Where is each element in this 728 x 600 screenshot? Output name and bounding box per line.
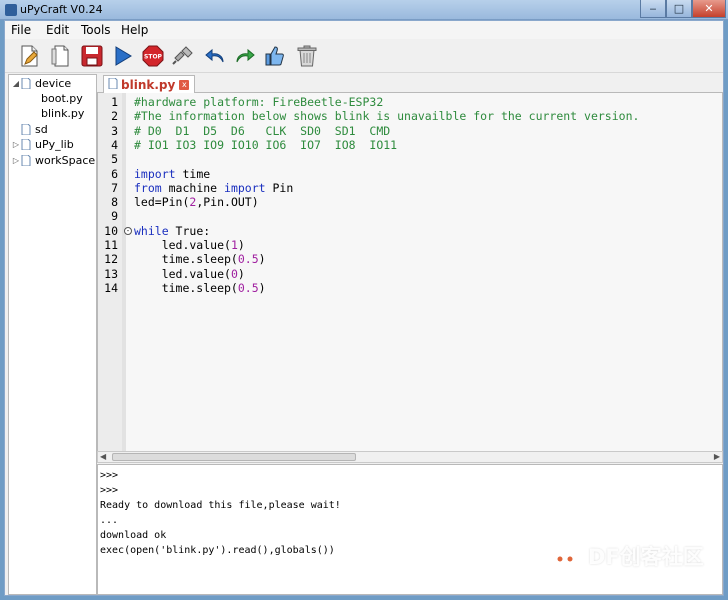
close-button[interactable]: ✕ xyxy=(692,0,726,18)
undo-icon[interactable] xyxy=(203,44,227,68)
console-line: >>> xyxy=(100,485,119,496)
fold-toggle-icon[interactable]: - xyxy=(124,226,132,235)
app-icon xyxy=(5,4,17,16)
sd-icon xyxy=(21,123,31,136)
fold-margin xyxy=(122,93,126,460)
stop-icon[interactable]: STOP xyxy=(141,44,165,68)
tree-item-label: sd xyxy=(35,123,48,136)
new-file-icon[interactable] xyxy=(17,44,41,68)
folder-icon xyxy=(21,154,31,167)
window-title: uPyCraft V0.24 xyxy=(20,3,103,16)
save-icon[interactable] xyxy=(80,44,104,68)
toolbar: STOP xyxy=(5,39,723,73)
tree-item-upy-lib[interactable]: ▷ uPy_lib xyxy=(11,137,74,152)
watermark-brand: DF创客社区 xyxy=(588,545,704,569)
robot-logo-icon xyxy=(546,541,584,568)
minimize-button[interactable]: ‒ xyxy=(640,0,666,18)
tab-close-icon[interactable]: x xyxy=(179,80,190,90)
menu-help[interactable]: Help xyxy=(121,23,148,37)
syntax-check-icon[interactable] xyxy=(263,44,287,68)
menu-file[interactable]: File xyxy=(11,23,31,37)
horizontal-scrollbar[interactable]: ◀ ▶ xyxy=(97,451,723,463)
scroll-right-icon[interactable]: ▶ xyxy=(714,452,720,461)
tab-blink-py[interactable]: blink.py x xyxy=(103,75,195,94)
tree-item-label: boot.py xyxy=(41,92,83,105)
tree-item-label: blink.py xyxy=(41,107,85,120)
console-line: exec(open('blink.py').read(),globals()) xyxy=(100,545,335,556)
collapsed-arrow-icon[interactable]: ▷ xyxy=(11,156,21,165)
console-line: Ready to download this file,please wait! xyxy=(100,500,341,511)
console-line: download ok xyxy=(100,530,167,541)
editor-tab-bar: blink.py x xyxy=(97,73,723,94)
watermark-url: www.DFRobot.com.cn xyxy=(590,568,688,578)
menu-tools[interactable]: Tools xyxy=(81,23,111,37)
app-window: File Edit Tools Help STOP ◢ device boot.… xyxy=(4,20,724,596)
tree-item-sd[interactable]: sd xyxy=(21,122,48,137)
redo-icon[interactable] xyxy=(233,44,257,68)
tree-item-label: workSpace xyxy=(35,154,96,167)
scrollbar-thumb[interactable] xyxy=(112,453,356,461)
stop-label: STOP xyxy=(144,54,163,61)
expanded-arrow-icon[interactable]: ◢ xyxy=(11,79,21,88)
tree-item-label: uPy_lib xyxy=(35,138,74,151)
tree-item-device[interactable]: ◢ device xyxy=(11,76,71,91)
open-file-icon[interactable] xyxy=(49,44,73,68)
console-line: >>> xyxy=(100,470,119,481)
menu-edit[interactable]: Edit xyxy=(46,23,69,37)
tree-item-label: device xyxy=(35,77,72,90)
tree-item-blink-py[interactable]: blink.py xyxy=(41,106,84,121)
code-editor[interactable]: 1 #hardware platform: FireBeetle-ESP32 2 #… xyxy=(97,93,723,461)
collapsed-arrow-icon[interactable]: ▷ xyxy=(11,140,21,149)
tree-item-workspace[interactable]: ▷ workSpace xyxy=(11,153,95,168)
download-run-icon[interactable] xyxy=(111,44,135,68)
maximize-button[interactable]: □ xyxy=(666,0,692,18)
title-bar: uPyCraft V0.24 ‒ □ ✕ xyxy=(0,0,728,20)
tree-item-boot-py[interactable]: boot.py xyxy=(41,91,83,106)
menu-bar: File Edit Tools Help xyxy=(5,21,723,39)
clear-icon[interactable] xyxy=(295,44,319,68)
tab-label: blink.py xyxy=(121,78,176,92)
connect-icon[interactable] xyxy=(171,44,195,68)
console-line: ... xyxy=(100,515,119,526)
scroll-left-icon[interactable]: ◀ xyxy=(100,452,106,461)
file-tree: ◢ device boot.py blink.py sd ▷ uPy_lib ▷… xyxy=(8,74,97,595)
device-icon xyxy=(21,77,31,90)
file-icon xyxy=(108,77,118,92)
dfrobot-watermark: DF创客社区 www.DFRobot.com.cn xyxy=(544,536,724,586)
folder-icon xyxy=(21,138,31,151)
